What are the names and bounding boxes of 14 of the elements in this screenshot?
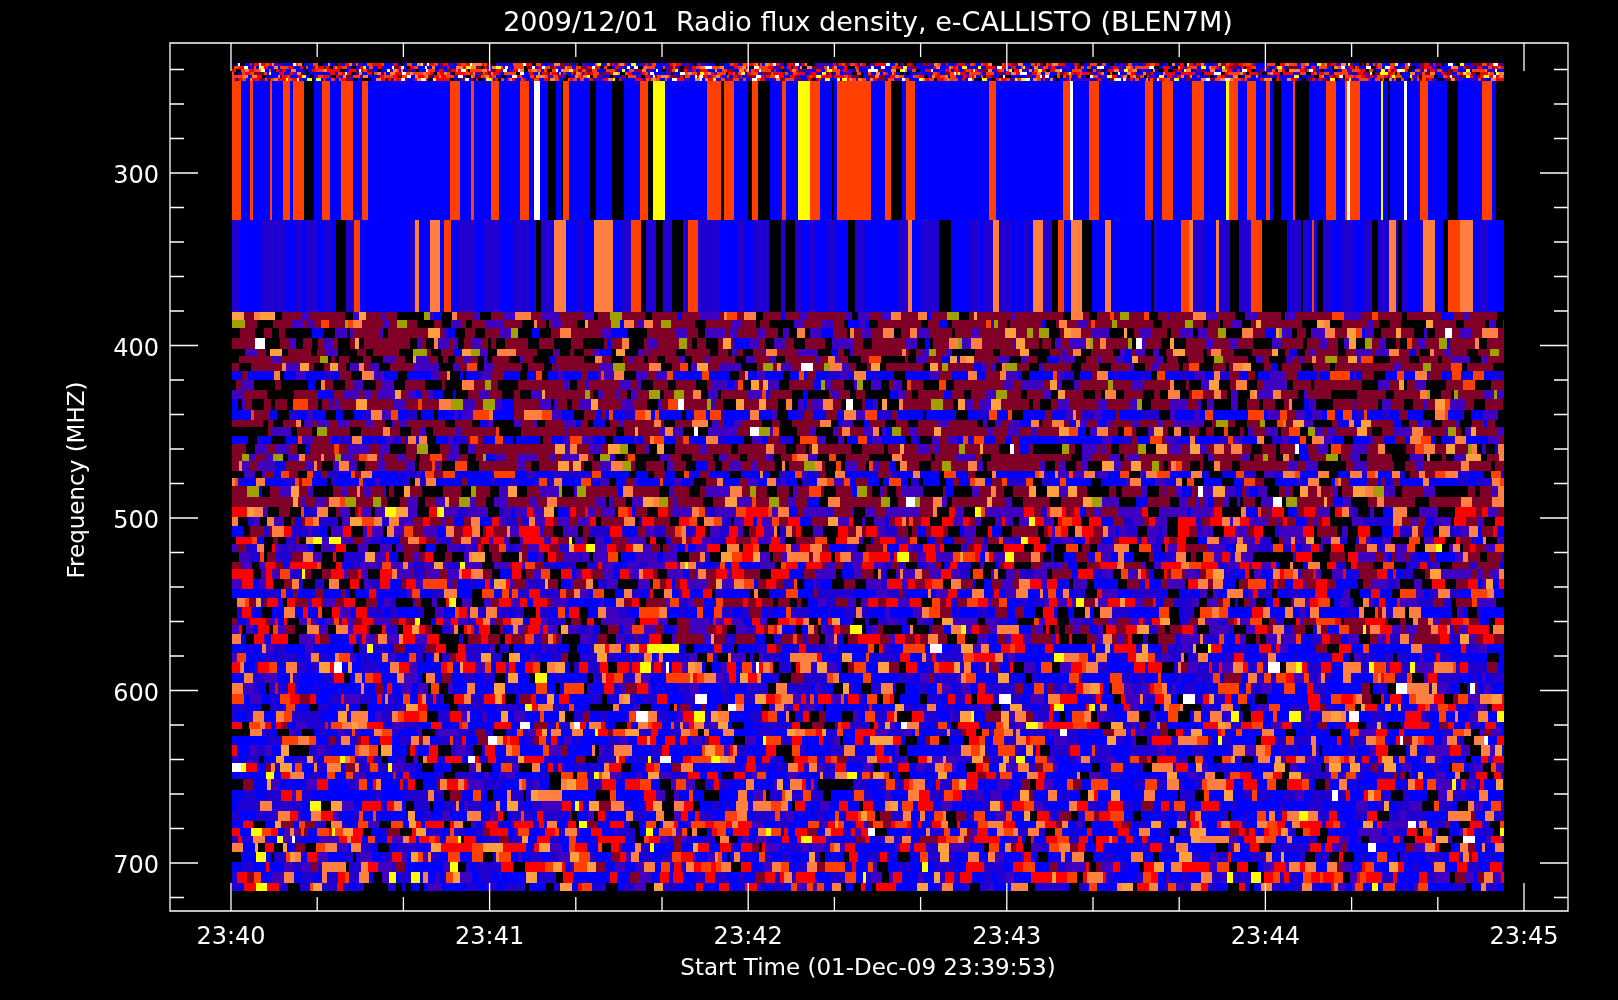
y-tick-label: 700 [113,851,159,879]
x-axis-label: Start Time (01-Dec-09 23:39:53) [680,954,1056,980]
y-tick-label: 300 [113,161,159,189]
x-tick-label: 23:44 [1230,922,1300,950]
y-tick-label: 600 [113,678,159,707]
chart-title: 2009/12/01 Radio flux density, e-CALLISTO (BLEN7M) [503,6,1233,37]
x-tick-label: 23:43 [972,922,1042,950]
x-tick-label: 23:45 [1489,922,1559,950]
x-tick-label: 23:41 [455,922,525,950]
y-axis-label: Frequency (MHZ) [63,381,89,579]
x-tick-label: 23:40 [196,922,266,950]
x-tick-label: 23:42 [713,922,783,950]
y-tick-label: 500 [113,506,159,534]
y-tick-label: 400 [113,333,159,362]
